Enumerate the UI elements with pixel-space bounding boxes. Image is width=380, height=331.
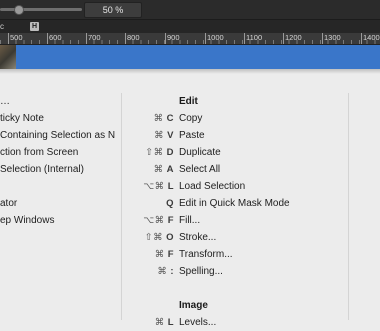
menu-item-label: Copy: [179, 113, 203, 124]
left-menu-item[interactable]: Selection (Internal): [0, 161, 118, 178]
ruler-label: 500: [8, 33, 23, 44]
menu-item-label: Fill...: [179, 215, 201, 226]
zoom-field[interactable]: 50 %: [84, 2, 142, 18]
ruler-label: 1200: [283, 33, 302, 44]
shortcut-key: V: [167, 130, 174, 141]
ruler-label: 1400: [361, 33, 380, 44]
menu-item-label: Paste: [179, 130, 205, 141]
edit-menu: Edit ⌘ C Copy ⌘ V Paste ⇧⌘ D Duplicate ⌘ A Select A…: [126, 93, 348, 331]
shortcut: ⌘ L: [126, 314, 174, 331]
image-heading: Image: [179, 300, 208, 311]
shortcut-modifier: ⌘: [153, 113, 164, 124]
shortcut-key: D: [166, 147, 174, 158]
canvas-area[interactable]: [0, 45, 380, 69]
left-menu: … ticky Note Containing Selection as Ncti…: [0, 93, 118, 229]
ruler-label: 1300: [322, 33, 341, 44]
menu-item-load-selection[interactable]: ⌥⌘ L Load Selection: [126, 178, 348, 195]
menu-item-edit-in-quick-mask-mode[interactable]: Q Edit in Quick Mask Mode: [126, 195, 348, 212]
menu-item-stroke[interactable]: ⇧⌘ O Stroke...: [126, 229, 348, 246]
zoom-slider[interactable]: [0, 8, 82, 11]
left-menu-item[interactable]: ep Windows: [0, 212, 118, 229]
shortcut-modifier: ⌘: [154, 249, 165, 260]
shortcut: ⌘ V: [126, 127, 174, 144]
menu-item-transform[interactable]: ⌘ F Transform...: [126, 246, 348, 263]
left-menu-item[interactable]: ticky Note: [0, 110, 118, 127]
options-label: c: [0, 22, 4, 31]
shortcut-key: L: [167, 317, 174, 328]
menu-item-duplicate[interactable]: ⇧⌘ D Duplicate: [126, 144, 348, 161]
edit-heading: Edit: [179, 96, 198, 107]
column-divider-right: [348, 93, 349, 320]
shortcut-modifier: ⌘: [153, 164, 164, 175]
menu-item-label: Spelling...: [179, 266, 223, 277]
ruler-label: 600: [47, 33, 62, 44]
ruler-label: 1100: [243, 33, 263, 44]
shortcut-key: O: [166, 232, 174, 243]
canvas-shadow: [0, 69, 380, 74]
shortcut-key: A: [166, 164, 174, 175]
ruler-label: 700: [86, 33, 101, 44]
shortcut-key: L: [167, 181, 174, 192]
shortcut-modifier: ⌘: [154, 130, 165, 141]
left-menu-item[interactable]: …: [0, 93, 118, 110]
canvas-image: [0, 45, 16, 69]
shortcut: ⌘ A: [126, 161, 174, 178]
zoom-slider-knob[interactable]: [14, 5, 24, 15]
ruler-label: 1000: [205, 33, 224, 44]
horizontal-ruler: 500 600 700 800 900 1000 1100 1200 1300 1400: [0, 33, 380, 45]
shortcut-key: Q: [166, 198, 174, 209]
menu-item-label: Levels...: [179, 317, 217, 328]
menu-item-spelling[interactable]: ⌘: Spelling...: [126, 263, 348, 280]
h-badge[interactable]: H: [30, 22, 39, 31]
menu-item-copy[interactable]: ⌘ C Copy: [126, 110, 348, 127]
shortcut: Q: [126, 195, 174, 212]
menu-item-levels[interactable]: ⌘ L Levels...: [126, 314, 348, 331]
menu-item-label: Duplicate: [179, 147, 221, 158]
shortcut: ⌘:: [126, 263, 174, 280]
menu-item-label: Load Selection: [179, 181, 246, 192]
menu-item-fill[interactable]: ⌥⌘ F Fill...: [126, 212, 348, 229]
left-menu-item[interactable]: ction from Screen: [0, 144, 118, 161]
shortcut-modifier: ⌥⌘: [143, 215, 165, 226]
shortcut: ⌥⌘ L: [126, 178, 174, 195]
ruler-label: 800: [125, 33, 140, 44]
shortcut-modifier: ⌘: [157, 266, 168, 277]
options-bar: c H: [0, 20, 380, 33]
menu-item-label: Transform...: [179, 249, 233, 260]
shortcut: ⌘ C: [126, 110, 174, 127]
top-toolbar: 50 %: [0, 0, 380, 20]
menu-item-select-all[interactable]: ⌘ A Select All: [126, 161, 348, 178]
shortcut: ⇧⌘ O: [126, 229, 174, 246]
menu-item-label: Edit in Quick Mask Mode: [179, 198, 290, 209]
shortcut-key: C: [166, 113, 174, 124]
shortcut: ⌘ F: [126, 246, 174, 263]
left-menu-item[interactable]: [0, 178, 118, 195]
shortcut-modifier: ⇧⌘: [145, 147, 164, 158]
menu-item-label: Select All: [179, 164, 221, 175]
column-divider: [121, 93, 122, 320]
shortcut-modifier: ⌘: [154, 317, 165, 328]
shortcut-key: F: [167, 249, 174, 260]
menu-item-label: Stroke...: [179, 232, 217, 243]
shortcut-key: :: [170, 266, 174, 277]
shortcut-key: F: [167, 215, 174, 226]
left-menu-item[interactable]: Containing Selection as N: [0, 127, 118, 144]
shortcut: ⇧⌘ D: [126, 144, 174, 161]
shortcut: ⌥⌘ F: [126, 212, 174, 229]
ruler-label: 900: [165, 33, 180, 44]
shortcut-modifier: ⌥⌘: [143, 181, 165, 192]
left-menu-item[interactable]: ator: [0, 195, 118, 212]
menu-item-paste[interactable]: ⌘ V Paste: [126, 127, 348, 144]
shortcut-modifier: ⇧⌘: [144, 232, 164, 243]
